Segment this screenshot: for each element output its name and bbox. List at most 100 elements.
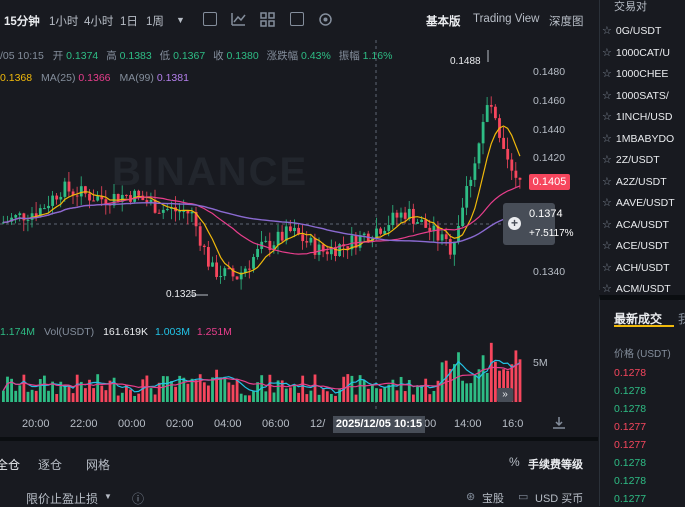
candle-body [211,262,214,267]
crosshair-price-tag: 0.1374 + +7.5117% [503,203,574,245]
candle-body [309,237,313,243]
chevron-down-icon[interactable]: ▼ [104,492,112,501]
chart-settings-icon[interactable] [290,12,304,26]
candle-body [453,241,456,255]
tab-cross-margin[interactable]: 全仓 [0,456,20,473]
view-depth[interactable]: 深度图 [549,13,584,29]
star-icon[interactable]: ☆ [602,240,612,252]
trade-price: 0.1278 [614,367,647,379]
pair-list-item[interactable]: ☆ 1INCH/USD [602,110,672,123]
pair-list-item[interactable]: ☆ 1000CHEE [602,67,668,80]
crosshair-time-tag: 2025/12/05 10:15 [333,416,425,433]
candle-body [186,210,190,214]
volume-bar [346,374,350,402]
volume-bar [63,385,67,402]
pair-list-item[interactable]: ☆ ACE/USDT [602,239,669,252]
star-icon[interactable]: ☆ [602,283,612,295]
indicator-icon[interactable] [231,12,246,27]
pair-symbol: 1000CHEE [615,68,669,80]
reset-zoom-icon[interactable] [552,416,566,430]
volume-bar [18,385,22,402]
candle-body [280,231,284,241]
volume-bar [67,386,71,402]
volume-bar [100,385,104,402]
pair-list-item[interactable]: ☆ ACA/USDT [602,218,669,231]
star-icon[interactable]: ☆ [602,197,612,209]
interval-4h[interactable]: 4小时 [84,13,113,29]
info-icon[interactable]: ⓘ [132,490,144,507]
volume-value: 161.619K [103,326,149,338]
candle-body [477,143,481,164]
buy-crypto-link[interactable]: USD 买币 [535,490,583,506]
star-icon[interactable]: ☆ [602,262,612,274]
gear-icon[interactable] [318,12,333,27]
candle-body [178,211,182,213]
candle-body [506,148,510,160]
layout-grid-icon[interactable] [260,12,275,27]
candle-body [248,268,251,270]
interval-1h[interactable]: 1小时 [49,13,78,29]
candle-body [473,163,477,180]
fee-level-link[interactable]: 手续费等级 [528,456,583,472]
wallet-link[interactable]: 宝股 [482,490,504,506]
volume-bar [55,394,59,402]
volume-bar [239,393,243,402]
candle-body [440,234,444,241]
candle-body [166,208,169,210]
candlestick-plot[interactable] [0,40,530,410]
calendar-icon[interactable] [203,12,217,26]
interval-15m[interactable]: 15分钟 [4,13,40,29]
pair-list-item[interactable]: ☆ 0G/USDT [602,24,661,37]
candle-body [157,212,161,214]
plus-icon[interactable]: + [508,217,521,230]
star-icon[interactable]: ☆ [602,25,612,37]
volume-bar [120,392,124,402]
tab-isolated-margin[interactable]: 逐仓 [38,456,62,473]
scroll-latest-icon[interactable]: » [497,388,513,402]
star-icon[interactable]: ☆ [602,90,612,102]
pair-list-item[interactable]: ☆ A2Z/USDT [602,175,667,188]
volume-bar [129,389,132,402]
volume-bar [309,390,313,402]
candle-body [252,257,255,269]
candle-body [161,209,165,213]
pair-list-item[interactable]: ☆ 2Z/USDT [602,153,660,166]
star-icon[interactable]: ☆ [602,219,612,231]
candle-body [399,212,403,218]
star-icon[interactable]: ☆ [602,68,612,80]
interval-1d[interactable]: 1日 [120,13,138,29]
tab-my-trades[interactable]: 我 [678,310,685,327]
view-tradingview[interactable]: Trading View [473,13,539,25]
star-icon[interactable]: ☆ [602,47,612,59]
volume-bar [207,385,210,402]
trade-price: 0.1278 [614,457,647,469]
pair-list-item[interactable]: ☆ 1000SATS/ [602,89,669,102]
pair-list-item[interactable]: ☆ ACM/USDT [602,282,671,295]
tab-grid[interactable]: 网格 [86,456,110,473]
pair-list-item[interactable]: ☆ ACH/USDT [602,261,670,274]
candle-body [26,219,30,221]
pair-list-item[interactable]: ☆ 1MBABYDO [602,132,674,145]
pair-list-item[interactable]: ☆ 1000CAT/U [602,46,670,59]
time-axis-label: 04:00 [214,418,242,430]
candle-body [395,212,399,218]
candle-body [518,177,522,180]
volume-bar [71,393,75,402]
trade-price: 0.1278 [614,385,647,397]
star-icon[interactable]: ☆ [602,133,612,145]
candle-body [79,186,83,197]
volume-bar [321,389,325,402]
chevron-down-icon[interactable]: ▼ [176,15,185,25]
star-icon[interactable]: ☆ [602,176,612,188]
candle-body [207,247,210,267]
interval-1w[interactable]: 1周 [146,13,164,29]
star-icon[interactable]: ☆ [602,111,612,123]
candle-body [391,212,395,226]
volume-bar [514,350,518,402]
view-basic[interactable]: 基本版 [426,13,461,29]
volume-bars [2,342,522,402]
star-icon[interactable]: ☆ [602,154,612,166]
order-type-select[interactable]: 限价止盈止损 [26,490,98,507]
candle-body [379,228,382,234]
pair-list-item[interactable]: ☆ AAVE/USDT [602,196,675,209]
